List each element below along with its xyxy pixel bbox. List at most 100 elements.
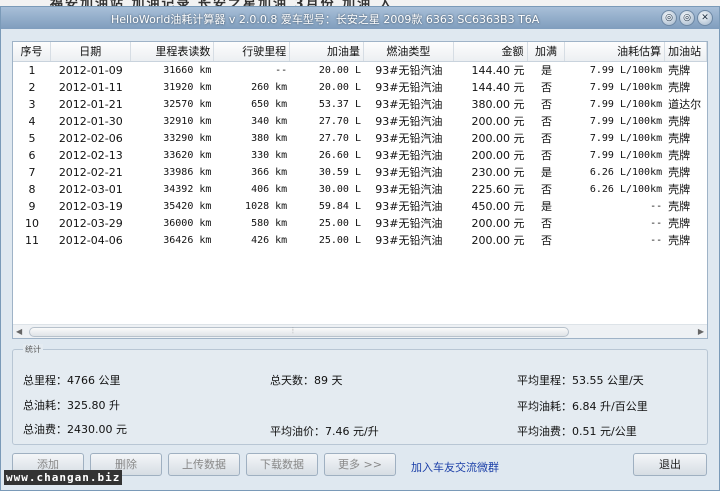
table-cell: 33986 km xyxy=(163,167,212,178)
table-cell: 380.00 元 xyxy=(471,98,525,111)
table-header: 序号 日期 里程表读数 行驶里程 加油量 燃油类型 金额 加满 油耗估算 加油站 xyxy=(13,42,707,62)
watermark: www.changan.biz xyxy=(4,470,123,485)
table-cell: 200.00 元 xyxy=(471,115,525,128)
table-cell: 壳牌 xyxy=(668,115,691,128)
table-cell: 31920 km xyxy=(163,82,212,93)
table-cell: 2012-01-21 xyxy=(58,98,123,111)
statistics-panel: 统计 总里程：4766 公里 总油耗：325.80 升 总油费：2430.00 … xyxy=(12,344,708,445)
table-cell: 2012-03-19 xyxy=(58,200,123,213)
table-cell: 2012-01-11 xyxy=(58,81,123,94)
table-cell: 200.00 元 xyxy=(471,149,525,162)
table-cell: 壳牌 xyxy=(668,183,691,196)
table-row[interactable]: 7 2012-02-21 33986 km 366 km 30.59 L 93#无铅汽油 2… xyxy=(13,164,707,181)
table-cell: 6.26 L/100km xyxy=(589,167,663,178)
table-cell: 93#无铅汽油 xyxy=(375,115,443,128)
table-cell: 7.99 L/100km xyxy=(589,133,663,144)
table-cell: 200.00 元 xyxy=(471,234,525,247)
table-row[interactable]: 5 2012-02-06 33290 km 380 km 27.70 L 93#无铅汽油 2… xyxy=(13,130,707,147)
table-row[interactable]: 10 2012-03-29 36000 km 580 km 25.00 L 93#无铅汽油… xyxy=(13,215,707,232)
exit-button[interactable]: 退出 xyxy=(633,453,707,476)
table-cell: 1 xyxy=(28,64,36,77)
column-header[interactable]: 油耗估算 xyxy=(565,42,666,61)
table-cell: 道达尔 xyxy=(668,98,702,111)
table-cell: 25.00 L xyxy=(318,218,361,229)
join-group-link[interactable]: 加入车友交流微群 xyxy=(411,459,499,475)
table-cell: 33620 km xyxy=(163,150,212,161)
table-cell: 330 km xyxy=(251,150,288,161)
table-body: 1 2012-01-09 31660 km -- 20.00 L 93#无铅汽油 144.4… xyxy=(13,62,707,249)
column-header[interactable]: 行驶里程 xyxy=(214,42,291,61)
table-row[interactable]: 8 2012-03-01 34392 km 406 km 30.00 L 93#无铅汽油 2… xyxy=(13,181,707,198)
scroll-right-icon[interactable]: ▶ xyxy=(698,327,704,336)
table-cell: 否 xyxy=(540,234,552,247)
table-cell: 36000 km xyxy=(163,218,212,229)
column-header[interactable]: 日期 xyxy=(51,42,131,61)
total-mileage: 总里程：4766 公里 xyxy=(23,374,121,387)
table-row[interactable]: 1 2012-01-09 31660 km -- 20.00 L 93#无铅汽油 144.4… xyxy=(13,62,707,79)
table-cell: 32570 km xyxy=(163,99,212,110)
column-header[interactable]: 金额 xyxy=(454,42,528,61)
table-cell: 36426 km xyxy=(163,235,212,246)
table-cell: 否 xyxy=(540,81,552,94)
column-header[interactable]: 燃油类型 xyxy=(364,42,454,61)
grip-icon: ⦙ xyxy=(292,326,294,335)
table-cell: 10 xyxy=(24,217,39,230)
table-cell: 200.00 元 xyxy=(471,132,525,145)
table-cell: 30.00 L xyxy=(318,184,361,195)
table-row[interactable]: 2 2012-01-11 31920 km 260 km 20.00 L 93#无铅汽油 1… xyxy=(13,79,707,96)
table-cell: 260 km xyxy=(251,82,288,93)
table-cell: 壳牌 xyxy=(668,132,691,145)
total-cost: 总油费：2430.00 元 xyxy=(23,423,127,436)
download-data-button[interactable]: 下载数据 xyxy=(246,453,318,476)
table-row[interactable]: 3 2012-01-21 32570 km 650 km 53.37 L 93#无铅汽油 3… xyxy=(13,96,707,113)
table-cell: 230.00 元 xyxy=(471,166,525,179)
table-cell: 否 xyxy=(540,183,552,196)
column-header[interactable]: 加满 xyxy=(528,42,566,61)
table-row[interactable]: 4 2012-01-30 32910 km 340 km 27.70 L 93#无铅汽油 2… xyxy=(13,113,707,130)
table-cell: 1028 km xyxy=(245,201,288,212)
table-cell: 34392 km xyxy=(163,184,212,195)
table-cell: 93#无铅汽油 xyxy=(375,166,443,179)
table-cell: 27.70 L xyxy=(318,116,361,127)
table-cell: 31660 km xyxy=(163,65,212,76)
fuel-record-table: 序号 日期 里程表读数 行驶里程 加油量 燃油类型 金额 加满 油耗估算 加油站… xyxy=(12,41,708,339)
column-header[interactable]: 序号 xyxy=(13,42,51,61)
maximize-icon[interactable]: ◎ xyxy=(679,10,695,26)
title-bar[interactable]: HelloWorld油耗计算器 v 2.0.0.8 爱车型号：长安之星 2009… xyxy=(1,7,719,29)
horizontal-scrollbar[interactable]: ◀ ⦙ ▶ xyxy=(13,324,707,338)
column-header[interactable]: 加油站 xyxy=(665,42,707,61)
table-row[interactable]: 9 2012-03-19 35420 km 1028 km 59.84 L 93#无铅汽油… xyxy=(13,198,707,215)
table-cell: 200.00 元 xyxy=(471,217,525,230)
scroll-left-icon[interactable]: ◀ xyxy=(16,327,22,336)
table-cell: 壳牌 xyxy=(668,149,691,162)
table-cell: 93#无铅汽油 xyxy=(375,234,443,247)
column-header[interactable]: 加油量 xyxy=(290,42,364,61)
table-cell: 426 km xyxy=(251,235,288,246)
table-cell: 7.99 L/100km xyxy=(589,65,663,76)
table-cell: 59.84 L xyxy=(318,201,361,212)
average-mileage: 平均里程：53.55 公里/天 xyxy=(517,374,644,387)
upload-data-button[interactable]: 上传数据 xyxy=(168,453,240,476)
table-cell: 93#无铅汽油 xyxy=(375,200,443,213)
table-cell: 580 km xyxy=(251,218,288,229)
table-cell: 2012-01-09 xyxy=(58,64,123,77)
table-cell: 25.00 L xyxy=(318,235,361,246)
minimize-icon[interactable]: ◎ xyxy=(661,10,677,26)
table-row[interactable]: 11 2012-04-06 36426 km 426 km 25.00 L 93#无铅汽油… xyxy=(13,232,707,249)
close-icon[interactable]: ✕ xyxy=(697,10,713,26)
table-cell: 20.00 L xyxy=(318,82,361,93)
scrollbar-thumb[interactable]: ⦙ xyxy=(29,326,569,337)
table-row[interactable]: 6 2012-02-13 33620 km 330 km 26.60 L 93#无铅汽油 2… xyxy=(13,147,707,164)
column-header[interactable]: 里程表读数 xyxy=(131,42,215,61)
table-cell: 93#无铅汽油 xyxy=(375,149,443,162)
table-cell: 2012-04-06 xyxy=(58,234,123,247)
more-button[interactable]: 更多 >> xyxy=(324,453,396,476)
table-cell: 2 xyxy=(28,81,36,94)
table-cell: 否 xyxy=(540,132,552,145)
table-cell: 93#无铅汽油 xyxy=(375,132,443,145)
table-cell: 7.99 L/100km xyxy=(589,116,663,127)
table-cell: 8 xyxy=(28,183,36,196)
table-cell: 2012-03-01 xyxy=(58,183,123,196)
table-cell: 450.00 元 xyxy=(471,200,525,213)
table-cell: 否 xyxy=(540,115,552,128)
